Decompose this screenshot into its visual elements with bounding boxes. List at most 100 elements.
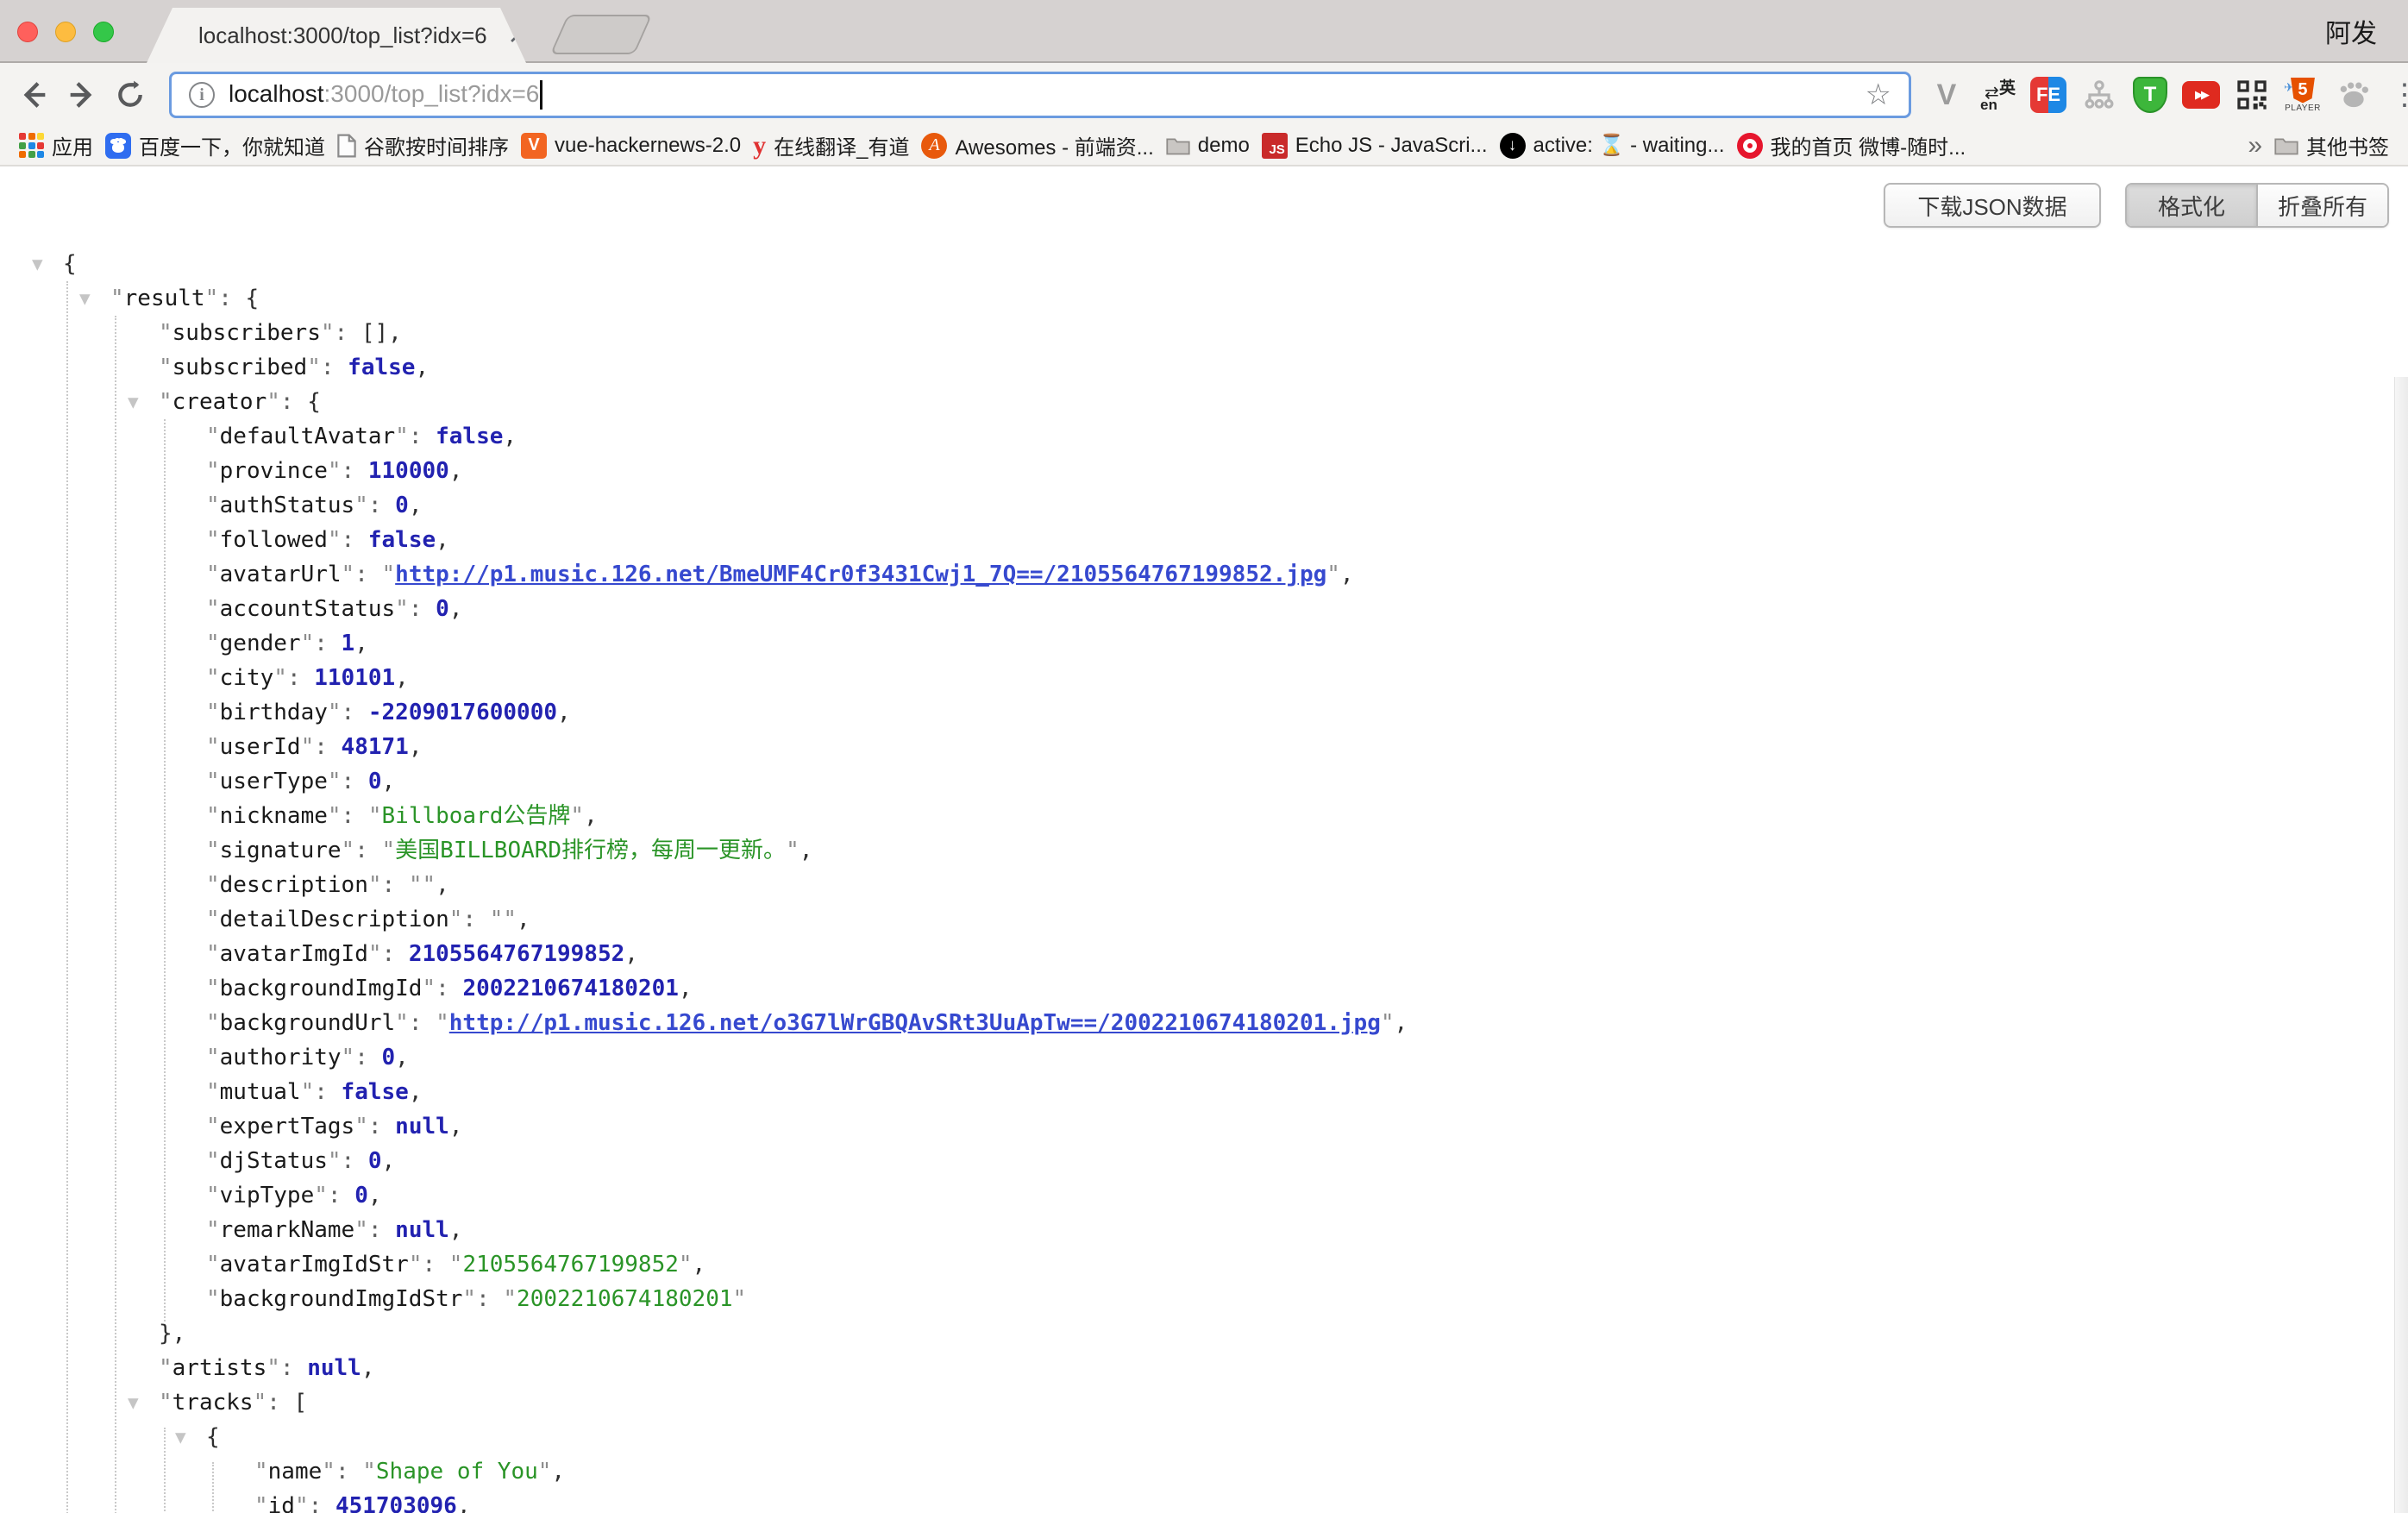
json-line: "avatarUrl": "http://p1.music.126.net/Bm… bbox=[0, 557, 2408, 592]
url-path: :3000/top_list?idx=6 bbox=[324, 80, 540, 107]
translate-extension-icon[interactable]: ⇄ 英 en bbox=[1978, 75, 2017, 115]
json-line: "djStatus": 0, bbox=[0, 1144, 2408, 1178]
weibo-icon bbox=[1737, 133, 1763, 159]
other-bookmarks[interactable]: 其他书签 bbox=[2274, 130, 2389, 160]
browser-tab[interactable]: localhost:3000/top_list?idx=6 ✕ bbox=[147, 8, 526, 63]
new-tab-button[interactable] bbox=[550, 15, 652, 54]
minimize-window-button[interactable] bbox=[55, 22, 76, 42]
json-viewer-page: 下载JSON数据 格式化 折叠所有 ▼{▼"result": {"subscri… bbox=[0, 166, 2408, 1513]
format-button[interactable]: 格式化 bbox=[2127, 185, 2256, 226]
folder-icon bbox=[2274, 135, 2298, 156]
bookmark-weibo[interactable]: 我的首页 微博-随时... bbox=[1737, 130, 1966, 160]
json-line: "artists": null, bbox=[0, 1351, 2408, 1385]
collapse-arrow-icon[interactable]: ▼ bbox=[32, 247, 43, 281]
active-circle-icon: ↓ bbox=[1500, 133, 1526, 159]
bookmark-baidu[interactable]: 百度一下，你就知道 bbox=[105, 130, 325, 160]
bookmark-vue-hackernews[interactable]: V vue-hackernews-2.0 bbox=[521, 133, 741, 159]
bookmark-echojs[interactable]: JS Echo JS - JavaScri... bbox=[1262, 133, 1488, 159]
back-button[interactable] bbox=[14, 75, 53, 115]
download-json-button[interactable]: 下载JSON数据 bbox=[1884, 183, 2101, 228]
vue-icon: V bbox=[521, 133, 547, 159]
json-line: "birthday": -2209017600000, bbox=[0, 695, 2408, 730]
bookmarks-overflow-chevron[interactable]: » bbox=[2248, 133, 2262, 159]
bookmark-google-sort[interactable]: 谷歌按时间排序 bbox=[337, 130, 509, 160]
json-line: ▼"tracks": [ bbox=[0, 1385, 2408, 1420]
collapse-arrow-icon[interactable]: ▼ bbox=[128, 1385, 139, 1420]
collapse-arrow-icon[interactable]: ▼ bbox=[79, 281, 91, 316]
bookmark-apps[interactable]: 应用 bbox=[19, 130, 93, 160]
json-line: ▼"result": { bbox=[0, 281, 2408, 316]
json-line: "city": 110101, bbox=[0, 661, 2408, 695]
json-line: "avatarImgIdStr": "2105564767199852", bbox=[0, 1247, 2408, 1282]
window-controls bbox=[17, 22, 114, 42]
json-line: "id": 451703096, bbox=[0, 1489, 2408, 1513]
json-line: ▼{ bbox=[0, 247, 2408, 281]
forward-arrow-icon bbox=[65, 78, 99, 112]
bookmark-youdao[interactable]: y 在线翻译_有道 bbox=[753, 130, 909, 160]
url-text: localhost:3000/top_list?idx=6 bbox=[229, 80, 542, 110]
apps-grid-icon bbox=[19, 133, 44, 158]
text-caret bbox=[540, 80, 542, 110]
bookmark-active[interactable]: ↓ active: ⌛ - waiting... bbox=[1500, 133, 1725, 159]
fe-extension-icon[interactable]: FE bbox=[2029, 75, 2068, 115]
html5-player-icon[interactable]: ✈ 5 PLAYER bbox=[2283, 75, 2323, 115]
scrollbar[interactable] bbox=[2394, 377, 2408, 1513]
json-line: "subscribed": false, bbox=[0, 350, 2408, 385]
baidu-paw-icon bbox=[105, 133, 131, 159]
json-url-link[interactable]: http://p1.music.126.net/BmeUMF4Cr0f3431C… bbox=[395, 562, 1326, 587]
collapse-arrow-icon[interactable]: ▼ bbox=[128, 385, 139, 419]
json-line: "avatarImgId": 2105564767199852, bbox=[0, 937, 2408, 971]
json-line: "authStatus": 0, bbox=[0, 488, 2408, 523]
video-downloader-icon[interactable]: ▶▶ bbox=[2181, 75, 2221, 115]
json-line: "mutual": false, bbox=[0, 1075, 2408, 1109]
json-line: "userType": 0, bbox=[0, 764, 2408, 799]
bookmark-demo-folder[interactable]: demo bbox=[1166, 134, 1250, 158]
html5-shield: 5 bbox=[2291, 78, 2315, 104]
bookmark-awesomes[interactable]: A Awesomes - 前端资... bbox=[921, 130, 1153, 160]
qr-code-icon[interactable] bbox=[2232, 75, 2272, 115]
sitemap-extension-icon[interactable] bbox=[2079, 75, 2119, 115]
json-line: "gender": 1, bbox=[0, 626, 2408, 661]
bookmark-star-icon[interactable]: ☆ bbox=[1866, 80, 1891, 110]
json-line: "backgroundImgId": 2002210674180201, bbox=[0, 971, 2408, 1006]
json-line: "name": "Shape of You", bbox=[0, 1454, 2408, 1489]
reload-icon bbox=[113, 78, 147, 112]
collapse-arrow-icon[interactable]: ▼ bbox=[175, 1420, 186, 1454]
json-line: "remarkName": null, bbox=[0, 1213, 2408, 1247]
json-line: "nickname": "Billboard公告牌", bbox=[0, 799, 2408, 833]
bookmarks-bar: 应用 百度一下，你就知道 谷歌按时间排序 V vue-hackernews-2.… bbox=[0, 126, 2408, 166]
tampermonkey-icon[interactable]: T bbox=[2130, 75, 2170, 115]
json-line: "backgroundUrl": "http://p1.music.126.ne… bbox=[0, 1006, 2408, 1040]
json-line: "defaultAvatar": false, bbox=[0, 419, 2408, 454]
collapse-all-button[interactable]: 折叠所有 bbox=[2256, 185, 2387, 226]
fullscreen-window-button[interactable] bbox=[93, 22, 114, 42]
json-line: "description": "", bbox=[0, 868, 2408, 902]
json-line: ▼"creator": { bbox=[0, 385, 2408, 419]
json-line: "userId": 48171, bbox=[0, 730, 2408, 764]
profile-name[interactable]: 阿发 bbox=[2325, 12, 2377, 50]
forward-button[interactable] bbox=[62, 75, 102, 115]
qr-glyph bbox=[2235, 78, 2269, 112]
browser-menu-icon[interactable]: ⋮ bbox=[2385, 75, 2408, 115]
back-arrow-icon bbox=[16, 78, 51, 112]
folder-icon bbox=[1166, 135, 1190, 156]
close-window-button[interactable] bbox=[17, 22, 38, 42]
json-url-link[interactable]: http://p1.music.126.net/o3G7lWrGBQAvSRt3… bbox=[449, 1010, 1381, 1036]
json-line: "backgroundImgIdStr": "2002210674180201" bbox=[0, 1282, 2408, 1316]
vue-devtools-icon[interactable]: V bbox=[1927, 75, 1966, 115]
url-bar[interactable]: i localhost:3000/top_list?idx=6 ☆ bbox=[169, 72, 1911, 118]
json-line: ▼{ bbox=[0, 1420, 2408, 1454]
json-line: "vipType": 0, bbox=[0, 1178, 2408, 1213]
youdao-icon: y bbox=[753, 131, 766, 160]
reload-button[interactable] bbox=[110, 75, 150, 115]
paw-extension-icon[interactable] bbox=[2334, 75, 2374, 115]
sitemap-glyph bbox=[2083, 78, 2116, 111]
json-line: "province": 110000, bbox=[0, 454, 2408, 488]
site-info-icon[interactable]: i bbox=[189, 82, 215, 108]
tab-title: localhost:3000/top_list?idx=6 bbox=[198, 22, 487, 49]
json-line: "authority": 0, bbox=[0, 1040, 2408, 1075]
tab-strip: localhost:3000/top_list?idx=6 ✕ 阿发 bbox=[0, 0, 2408, 63]
awesomes-icon: A bbox=[921, 133, 947, 159]
tab-close-icon[interactable]: ✕ bbox=[508, 22, 528, 50]
extensions-row: V ⇄ 英 en FE T ▶▶ ✈ 5 PLAYER bbox=[1927, 73, 2408, 116]
